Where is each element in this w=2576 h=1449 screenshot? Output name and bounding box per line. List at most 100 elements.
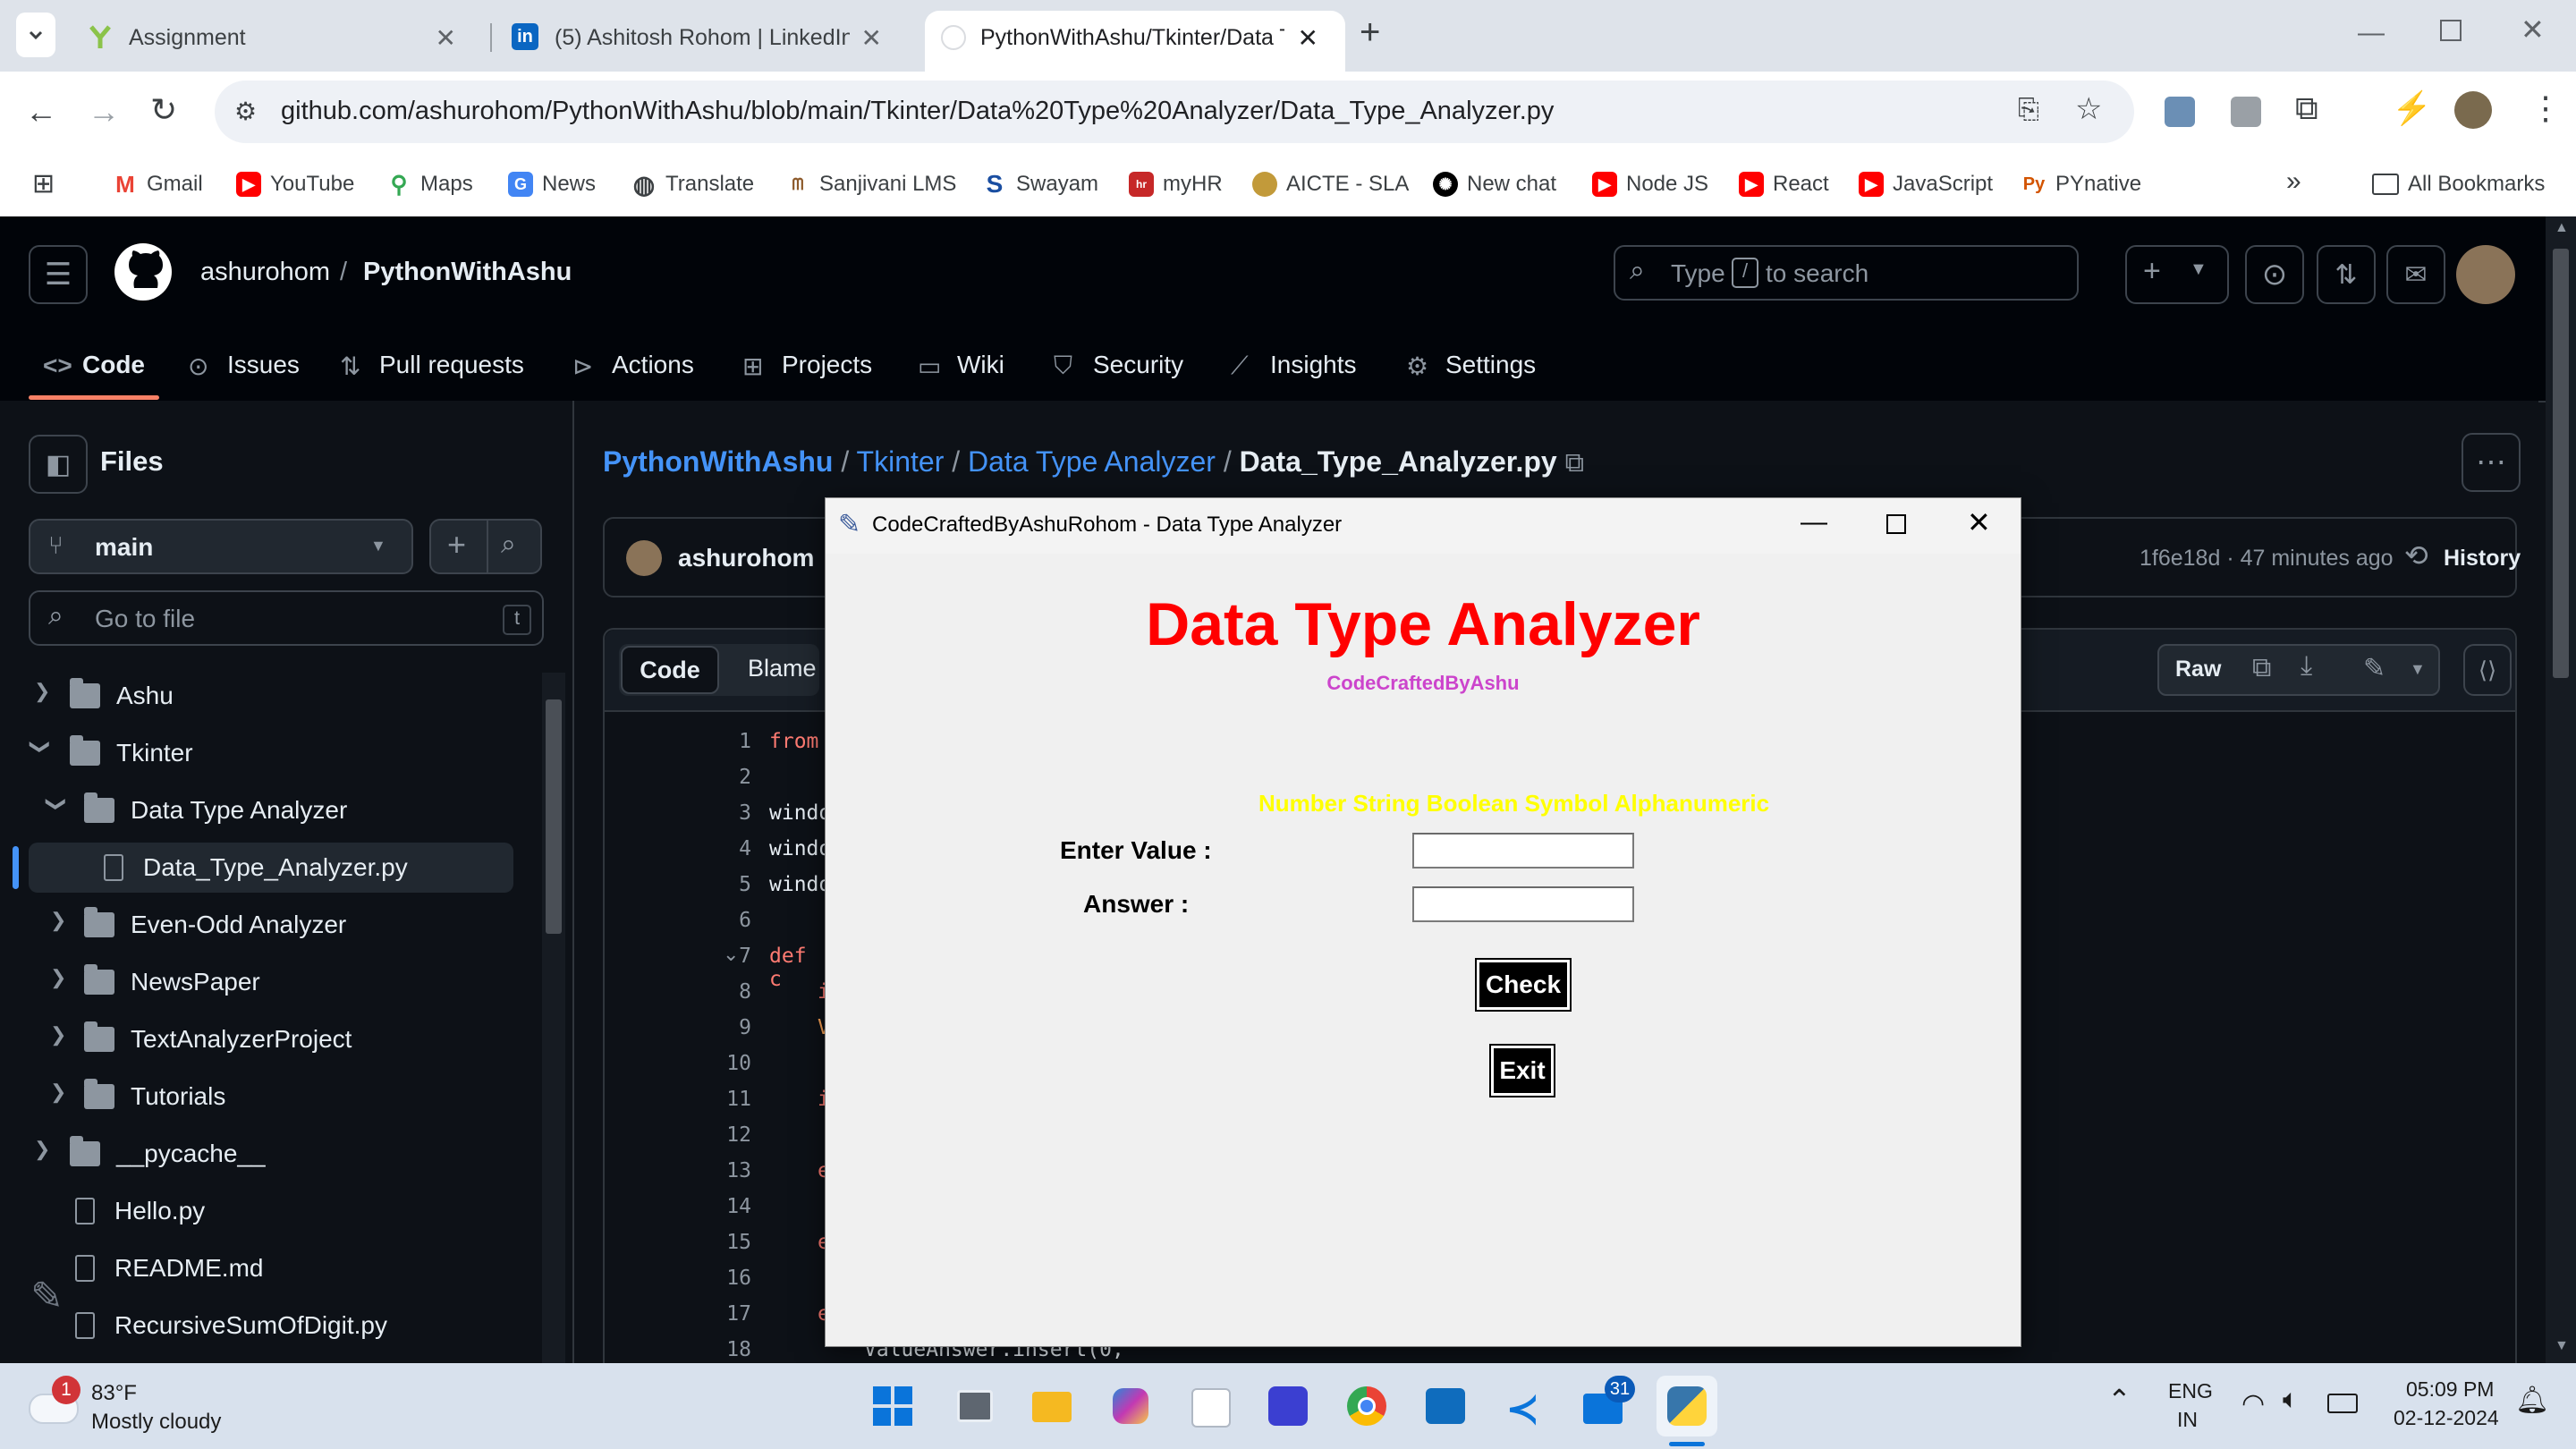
address-bar[interactable]: ⚙ github.com/ashurohom/PythonWithAshu/bl… [215, 80, 2134, 143]
tab-projects[interactable]: ⊞ Projects [742, 343, 872, 386]
bookmark-youtube[interactable]: ▶ YouTube [236, 166, 354, 202]
scroll-down-arrow-icon[interactable]: ▼ [2555, 1338, 2569, 1354]
bookmark-nodejs[interactable]: ▶ Node JS [1592, 166, 1708, 202]
repo-owner-link[interactable]: ashurohom [200, 258, 330, 287]
download-icon[interactable]: ⤓ [2301, 651, 2312, 682]
hamburger-menu-icon[interactable]: ☰ [29, 245, 88, 304]
tk-maximize-icon[interactable] [1886, 514, 1906, 534]
menu-dots-icon[interactable]: ⋮ [2529, 89, 2562, 127]
clock-date[interactable]: 02-12-2024 [2394, 1406, 2499, 1430]
bookmark-myhr[interactable]: hr myHR [1129, 166, 1223, 202]
tab-insights[interactable]: ⟋ Insights [1231, 343, 1357, 386]
forward-arrow-icon[interactable]: → [88, 93, 120, 131]
create-new-button[interactable]: + ▼ [2125, 245, 2229, 304]
weather-widget[interactable]: 1 83°F Mostly cloudy [27, 1376, 259, 1438]
tab-wiki[interactable]: ▭ Wiki [918, 343, 1004, 386]
minimize-window-icon[interactable]: — [2358, 18, 2385, 48]
tab-code[interactable]: <> Code [43, 343, 145, 386]
pull-requests-icon[interactable]: ⇅ [2317, 245, 2376, 304]
close-icon[interactable]: ✕ [436, 23, 456, 53]
extension-icon[interactable] [2231, 97, 2261, 127]
page-scrollbar[interactable]: ▲ ▼ [2546, 216, 2576, 1363]
enter-value-input[interactable] [1412, 833, 1634, 869]
puzzle-icon[interactable]: ⧉ [2295, 89, 2318, 128]
history-link[interactable]: History [2444, 546, 2521, 572]
all-bookmarks[interactable]: All Bookmarks [2372, 166, 2545, 202]
tab-issues[interactable]: ⊙ Issues [188, 343, 300, 386]
extension-icon[interactable] [2165, 97, 2195, 127]
bookmark-swayam[interactable]: S Swayam [982, 166, 1098, 202]
scrollbar-thumb[interactable] [546, 699, 562, 934]
clock-time[interactable]: 05:09 PM [2406, 1377, 2494, 1402]
close-icon[interactable]: ✕ [861, 23, 882, 53]
breadcrumb-repo-link[interactable]: PythonWithAshu [603, 445, 833, 478]
tab-actions[interactable]: ⊳ Actions [572, 343, 694, 386]
scrollbar-thumb[interactable] [2553, 249, 2569, 678]
repo-name-link[interactable]: PythonWithAshu [363, 258, 572, 287]
tree-item-readme[interactable]: README.md [75, 1243, 263, 1293]
tab-pull-requests[interactable]: ⇅ Pull requests [340, 343, 524, 386]
store-icon[interactable] [1184, 1381, 1234, 1431]
tab-github-active[interactable]: PythonWithAshu/Tkinter/Data T ✕ [925, 11, 1345, 72]
mail-app-icon[interactable]: 31 [1578, 1376, 1635, 1431]
site-info-icon[interactable]: ⚙ [234, 97, 257, 126]
close-window-icon[interactable]: ✕ [2521, 13, 2545, 47]
show-hidden-icons-chevron[interactable]: ⌃ [2107, 1383, 2131, 1417]
triangle-down-icon[interactable]: ▼ [2410, 660, 2426, 679]
chevron-right-icon[interactable]: ❯ [50, 1023, 66, 1046]
tree-item-tutorials[interactable]: Tutorials [84, 1072, 225, 1122]
search-icon[interactable]: ⌕ [501, 530, 516, 560]
bookmark-maps[interactable]: ⚲ Maps [386, 166, 472, 202]
bookmark-aicte[interactable]: AICTE - SLA [1252, 166, 1409, 202]
chevron-right-icon[interactable]: ❯ [50, 1080, 66, 1104]
breadcrumb-folder-link[interactable]: Tkinter [857, 445, 945, 478]
apps-grid-icon[interactable]: ⊞ [32, 168, 55, 199]
tk-close-icon[interactable]: ✕ [1967, 505, 1991, 539]
bookmark-javascript[interactable]: ▶ JavaScript [1859, 166, 1993, 202]
more-options-icon[interactable]: ⋯ [2462, 433, 2521, 492]
exit-button[interactable]: Exit [1489, 1044, 1555, 1097]
tree-item-newspaper[interactable]: NewsPaper [84, 957, 260, 1007]
back-arrow-icon[interactable]: ← [25, 93, 57, 131]
user-avatar[interactable] [2456, 245, 2515, 304]
windows-start-icon[interactable] [868, 1381, 918, 1431]
more-bookmarks-chevron-icon[interactable]: » [2286, 166, 2301, 197]
tab-settings[interactable]: ⚙ Settings [1406, 343, 1536, 386]
tab-security[interactable]: ⛉ Security [1054, 343, 1183, 386]
tree-item-even-odd[interactable]: Even-Odd Analyzer [84, 900, 346, 950]
commit-author[interactable]: ashurohom [678, 544, 814, 572]
bookmark-star-icon[interactable]: ☆ [2075, 91, 2102, 127]
chevron-right-icon[interactable]: ❯ [50, 909, 66, 932]
chrome-icon[interactable] [1342, 1381, 1392, 1431]
github-search-input[interactable]: ⌕ Type / to search [1614, 245, 2079, 301]
chevron-down-icon[interactable]: ❯ [29, 739, 52, 755]
check-button[interactable]: Check [1475, 958, 1572, 1012]
install-app-icon[interactable]: ⎘ [2018, 95, 2039, 125]
close-icon[interactable]: ✕ [1298, 23, 1318, 53]
region-code[interactable]: IN [2177, 1408, 2198, 1432]
tab-linkedin[interactable]: in (5) Ashitosh Rohom | LinkedIn ✕ [497, 11, 909, 72]
github-logo-icon[interactable] [114, 243, 172, 301]
branch-selector[interactable]: ⑂ main ▼ [29, 519, 413, 574]
reload-icon[interactable]: ↻ [150, 91, 177, 129]
tk-minimize-icon[interactable]: — [1801, 507, 1827, 538]
tree-item-text-analyzer[interactable]: TextAnalyzerProject [84, 1014, 352, 1064]
tree-item-pycache[interactable]: __pycache__ [70, 1129, 266, 1179]
copy-raw-icon[interactable]: ⧉ [2252, 653, 2271, 683]
bookmark-news[interactable]: G News [508, 166, 596, 202]
tab-search-button[interactable] [16, 13, 55, 57]
tree-item-data-type-analyzer[interactable]: Data Type Analyzer [84, 785, 347, 835]
tree-item-recursive-sum[interactable]: RecursiveSumOfDigit.py [75, 1301, 387, 1351]
file-explorer-icon[interactable] [1027, 1381, 1077, 1431]
notification-bell-icon[interactable]: 🔔︎ [2515, 1385, 2549, 1416]
edit-pencil-icon[interactable]: ✎ [2363, 653, 2385, 684]
new-tab-button[interactable]: + [1360, 13, 1380, 53]
tree-item-data-type-analyzer-py[interactable]: Data_Type_Analyzer.py [104, 843, 408, 893]
language-code[interactable]: ENG [2168, 1379, 2213, 1403]
outlook-icon[interactable] [1420, 1381, 1470, 1431]
add-file-button[interactable]: + ⌕ [429, 519, 542, 574]
tab-assignment[interactable]: Assignment ✕ [72, 11, 483, 72]
bookmark-react[interactable]: ▶ React [1739, 166, 1829, 202]
vscode-icon[interactable]: ≺ [1499, 1381, 1549, 1431]
bookmark-translate[interactable]: ◍ Translate [631, 166, 754, 202]
